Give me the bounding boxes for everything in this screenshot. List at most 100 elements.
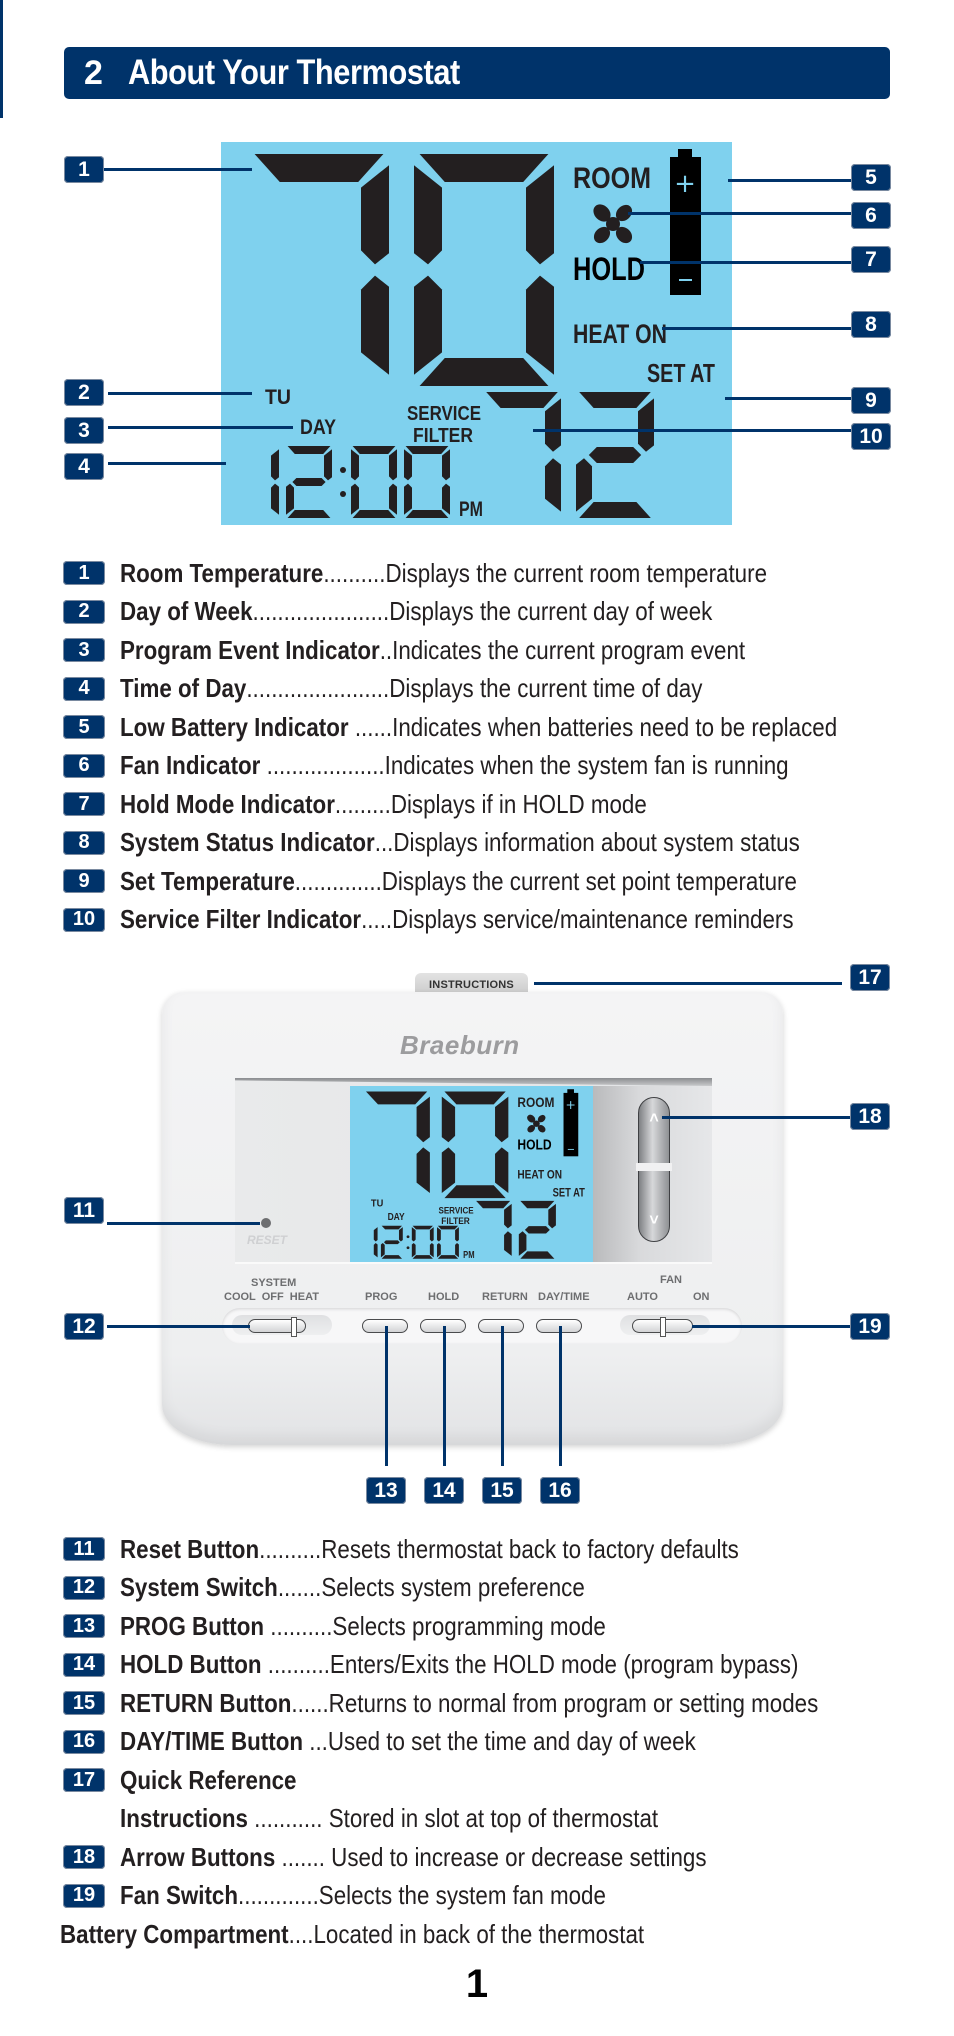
legend-label: Battery Compartment: [60, 1918, 289, 1949]
legend-badge: 15: [63, 1691, 105, 1715]
legend-label: HOLD Button: [120, 1649, 262, 1679]
legend-badge: 16: [63, 1729, 105, 1754]
lcd-battery-minus: [679, 279, 692, 281]
mini-lcd-time-digit-4-seg-b: [455, 1227, 459, 1242]
legend-text: Day of Week......................Display…: [120, 596, 712, 627]
callout-badge-19: 19: [850, 1313, 890, 1340]
leader-dots: ..............: [294, 865, 382, 896]
page-edge-rule: [0, 0, 3, 118]
legend-text: DAY/TIME Button ...Used to set the time …: [120, 1726, 696, 1757]
legend-description: Displays if in HOLD mode: [390, 788, 647, 819]
lcd-time-digit-4-seg-c: [442, 483, 450, 515]
callout-line-10: [533, 429, 851, 432]
legend-text: Instructions ........... Stored in slot …: [120, 1803, 658, 1834]
callout-line-16: [559, 1326, 562, 1466]
down-arrow-button[interactable]: ˅: [638, 1212, 670, 1230]
lcd-day-label: TU: [265, 386, 291, 409]
prog-label: PROG: [365, 1291, 398, 1303]
mini-lcd-battery-plus: +: [565, 1098, 575, 1112]
legend-item: 2 Day of Week......................Displa…: [63, 596, 809, 627]
hold-label: HOLD: [428, 1291, 460, 1303]
daytime-label: DAY/TIME: [538, 1291, 590, 1303]
legend-text: Quick Reference: [120, 1765, 296, 1796]
legend-label: System Status Indicator: [120, 827, 375, 857]
mini-lcd-set-digit-1-seg-a: [520, 1200, 555, 1209]
lcd-set-digit-0-seg-b: [545, 398, 561, 452]
mini-lcd-time-digit-3-seg-d: [412, 1255, 433, 1259]
legend-text: Fan Switch.............Selects the syste…: [120, 1880, 606, 1911]
lcd-time-digit-4-seg-b: [442, 449, 450, 481]
leader-dots: ...........: [247, 1803, 329, 1833]
system-label: SYSTEM: [251, 1277, 297, 1289]
mini-lcd-room-temperature: [365, 1091, 509, 1199]
section-header: 2 About Your Thermostat: [64, 47, 890, 99]
lcd-set-digit-1-seg-d: [579, 502, 651, 518]
system-switch[interactable]: [248, 1319, 306, 1333]
legend-item: 7 Hold Mode Indicator.........Displays if…: [63, 789, 733, 819]
legend-badge: 19: [63, 1883, 105, 1908]
system-options-label: COOL OFF HEAT: [224, 1291, 319, 1303]
leader-dots: ......: [348, 711, 393, 742]
lcd-time-digit-1-seg-a: [287, 446, 331, 454]
callout-badge-17: 17: [850, 964, 890, 991]
callout-line-7: [640, 261, 851, 264]
callout-badge-2: 2: [64, 379, 104, 406]
lcd-set-at-label: SET AT: [647, 358, 715, 388]
fan-switch-handle[interactable]: [660, 1317, 666, 1337]
reset-button[interactable]: [261, 1218, 271, 1228]
mini-lcd-set-digit-1-seg-d: [520, 1251, 555, 1259]
up-arrow-button[interactable]: ˄: [638, 1110, 670, 1128]
lcd-time-digit-3-seg-b: [389, 449, 397, 481]
leader-dots: ......: [291, 1687, 329, 1718]
callout-badge-13: 13: [366, 1477, 406, 1504]
lcd-room-temperature: [254, 154, 554, 386]
callout-badge-8: 8: [851, 311, 891, 338]
callout-line-1: [104, 168, 252, 171]
mini-lcd-time-digit-3-seg-a: [412, 1225, 433, 1230]
arrow-divider: [636, 1163, 672, 1171]
lcd-battery-icon: +: [670, 149, 701, 295]
lcd-room-digit-1-seg-e: [414, 275, 442, 375]
lcd-service-label: SERVICE: [407, 403, 481, 425]
mini-lcd-set-digit-0-seg-a: [476, 1200, 511, 1209]
legend-badge: 1: [63, 561, 105, 585]
legend-item: 3 Program Event Indicator..Indicates the …: [63, 635, 847, 665]
legend-label: Set Temperature: [120, 865, 295, 896]
legend-text: Reset Button..........Resets thermostat …: [120, 1534, 739, 1565]
mini-lcd-time-digit-4-seg-e: [437, 1242, 441, 1258]
legend-label: RETURN Button: [120, 1687, 292, 1718]
mini-lcd-time-digit-3-seg-f: [411, 1227, 416, 1242]
legend-item: 15 RETURN Button......Returns to normal f…: [63, 1688, 932, 1718]
mini-lcd-time-digit-3-seg-b: [429, 1227, 434, 1242]
lcd-set-digit-0-seg-a: [486, 392, 558, 408]
legend-text: Time of Day.......................Displa…: [120, 673, 702, 704]
legend-text: HOLD Button ..........Enters/Exits the H…: [120, 1649, 798, 1680]
legend-label: Time of Day: [120, 673, 247, 703]
mini-lcd-time-colon-top: [406, 1235, 410, 1239]
legend-badge: 13: [63, 1614, 105, 1638]
mini-lcd-set-temperature: [476, 1200, 556, 1259]
lcd-set-digit-1-seg-b: [638, 398, 654, 452]
legend-item: 16 DAY/TIME Button ...Used to set the tim…: [63, 1726, 790, 1757]
legend-badge: 17: [63, 1768, 105, 1792]
mini-lcd-time-digit-1-seg-e: [380, 1242, 385, 1258]
legend-badge: 11: [63, 1537, 105, 1561]
callout-badge-4: 4: [64, 453, 104, 480]
lcd-set-digit-1-seg-e: [576, 458, 592, 512]
mini-lcd-time-digit-4-seg-a: [437, 1225, 459, 1230]
mini-lcd-status-label: HEAT ON: [517, 1168, 562, 1182]
device-legend-list: 11 Reset Button..........Resets thermosta…: [60, 1534, 943, 1954]
mini-lcd-set-digit-1-seg-g: [524, 1226, 550, 1234]
lcd-set-digit-0-seg-c: [545, 458, 561, 512]
lcd-time-digit-3-seg-d: [352, 510, 396, 518]
callout-line-15: [501, 1326, 504, 1466]
system-switch-handle[interactable]: [291, 1317, 297, 1337]
legend-description: Resets thermostat back to factory defaul…: [321, 1533, 739, 1564]
legend-item-battery: Battery Compartment....Located in back o…: [60, 1919, 739, 1949]
mini-lcd-room-digit-1-seg-f: [441, 1096, 456, 1143]
legend-description: Selects programming mode: [332, 1610, 606, 1641]
lcd-display-diagram: ROOM HOLD HEAT ON SET AT + SERVICE FILTER TU…: [221, 142, 732, 525]
mini-lcd-filter-label: FILTER: [441, 1216, 470, 1226]
callout-line-5: [728, 179, 851, 182]
brand-logo: Braeburn: [400, 1030, 520, 1060]
